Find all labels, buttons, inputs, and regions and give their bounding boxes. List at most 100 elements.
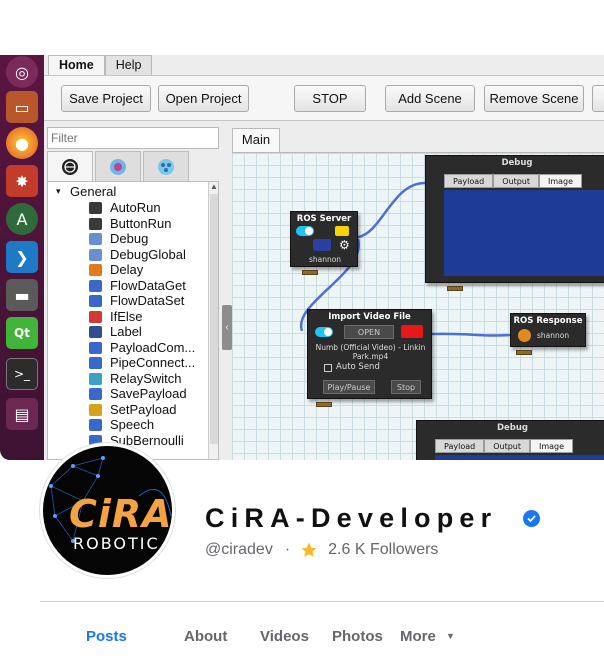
auto-send-label: Auto Send bbox=[336, 362, 380, 372]
gear-icon[interactable]: ⚙ bbox=[339, 238, 350, 252]
node-handle[interactable] bbox=[516, 350, 532, 355]
menu-tab-help[interactable]: Help bbox=[104, 55, 153, 75]
debug-tab-payload[interactable]: Payload bbox=[444, 174, 494, 188]
ros-server-node[interactable]: ROS Server ⚙ shannon bbox=[290, 211, 358, 267]
ros-response-icon bbox=[518, 329, 531, 342]
library-tab-general[interactable] bbox=[47, 151, 93, 181]
tree-item-label: Debug bbox=[110, 231, 149, 246]
scroll-up-icon[interactable]: ▲ bbox=[210, 182, 218, 191]
tree-item-label: FlowDataSet bbox=[110, 293, 185, 308]
ros-server-toggle[interactable] bbox=[296, 226, 314, 236]
ros-response-user: shannon bbox=[537, 331, 570, 340]
debug-icon bbox=[89, 233, 102, 245]
flow-canvas[interactable]: Debug Payload Output Image ROS Server ⚙ bbox=[232, 152, 604, 460]
handle-row: @ciradev · 2.6 K Followers bbox=[205, 541, 438, 559]
firefox-icon: ● bbox=[6, 127, 38, 159]
avatar-logo-text: CiRA bbox=[69, 492, 173, 536]
tree-item-label: Speech bbox=[110, 417, 155, 432]
tab-more[interactable]: More ▼ bbox=[400, 628, 455, 645]
button-icon bbox=[89, 217, 102, 230]
tab-photos[interactable]: Photos bbox=[332, 628, 383, 645]
debug-tab-image[interactable]: Image bbox=[539, 174, 583, 188]
avatar[interactable]: CiRA ROBOTIC bbox=[40, 443, 175, 578]
tree-item-label: PayloadCom... bbox=[110, 339, 196, 355]
debug-node-title: Debug bbox=[496, 423, 529, 433]
arrow-right-icon bbox=[89, 279, 102, 292]
menu-tabs: Home Help bbox=[48, 55, 153, 75]
ros-network-icon bbox=[313, 239, 331, 251]
ros-response-node[interactable]: ROS Response shannon bbox=[510, 313, 586, 347]
debug-node-title: Debug bbox=[501, 158, 533, 168]
tree-item-label: Label bbox=[110, 324, 142, 339]
debug-tab-output[interactable]: Output bbox=[484, 439, 530, 453]
ros-server-title: ROS Server bbox=[296, 214, 352, 224]
node-tree: ▾ General AutoRun ButtonRun Debug DebugGlob… bbox=[47, 181, 219, 460]
tree-scrollbar[interactable]: ▲ bbox=[208, 182, 218, 459]
verified-badge-icon bbox=[523, 510, 540, 527]
debug-tab-output[interactable]: Output bbox=[493, 174, 539, 188]
tab-about[interactable]: About bbox=[184, 628, 227, 645]
terminal-icon: >_ bbox=[6, 358, 38, 390]
set-payload-icon bbox=[89, 403, 102, 416]
caret-down-icon: ▼ bbox=[446, 631, 455, 641]
tree-item-label: ButtonRun bbox=[110, 215, 172, 231]
debug-image-screen bbox=[444, 190, 604, 276]
add-scene-button[interactable]: Add Scene bbox=[385, 85, 475, 112]
debug-node-top[interactable]: Debug Payload Output Image bbox=[425, 155, 604, 283]
node-handle[interactable] bbox=[316, 402, 332, 407]
debug-tab-payload[interactable]: Payload bbox=[435, 439, 485, 453]
page-tabs: Posts About Videos Photos More ▼ bbox=[40, 602, 604, 664]
ros-server-status-icon bbox=[335, 226, 349, 236]
debug-image-screen bbox=[435, 455, 604, 460]
ubuntu-logo-icon: ◎ bbox=[6, 56, 38, 88]
import-video-title: Import Video File bbox=[328, 312, 411, 322]
speech-icon bbox=[89, 419, 102, 431]
node-handle[interactable] bbox=[302, 270, 318, 275]
tree-group-label: General bbox=[70, 184, 117, 199]
network-icon bbox=[158, 158, 174, 175]
debug-tabs: Payload Output Image bbox=[444, 174, 583, 188]
open-file-button[interactable]: OPEN bbox=[344, 325, 394, 339]
library-tabs bbox=[47, 151, 219, 181]
open-project-button[interactable]: Open Project bbox=[158, 85, 249, 112]
tab-videos[interactable]: Videos bbox=[260, 628, 309, 645]
vision-icon bbox=[110, 158, 126, 175]
globe-icon bbox=[62, 158, 78, 175]
toolbar-overflow-button[interactable] bbox=[592, 85, 604, 112]
autorun-icon bbox=[89, 202, 102, 214]
play-pause-button[interactable]: Play/Pause bbox=[323, 380, 375, 394]
library-tab-vision[interactable] bbox=[95, 151, 141, 181]
expand-arrow-icon: ▾ bbox=[56, 186, 61, 196]
auto-send-checkbox[interactable] bbox=[324, 364, 332, 372]
tree-scrollbar-thumb[interactable] bbox=[210, 194, 218, 444]
page-root: ◎ ▭ ● ✸ A ❯ ▬ Qt >_ ▤ Home Help Save Pro… bbox=[0, 0, 604, 664]
import-video-toggle[interactable] bbox=[315, 327, 333, 337]
window-manager-icon: ▬ bbox=[6, 279, 38, 311]
tab-posts[interactable]: Posts bbox=[86, 628, 127, 645]
tab-main[interactable]: Main bbox=[232, 128, 280, 152]
filter-input[interactable] bbox=[47, 127, 219, 149]
vscode-icon: ❯ bbox=[6, 241, 38, 273]
remove-scene-button[interactable]: Remove Scene bbox=[484, 85, 584, 112]
qt-creator-icon: Qt bbox=[6, 317, 38, 349]
save-project-button[interactable]: Save Project bbox=[61, 85, 151, 112]
followers-count[interactable]: 2.6 K Followers bbox=[328, 541, 438, 559]
tree-item-label: AutoRun bbox=[110, 200, 161, 215]
pipe-icon bbox=[89, 357, 102, 369]
panel-splitter[interactable]: ‹ bbox=[222, 305, 232, 350]
stop-button[interactable]: STOP bbox=[294, 85, 366, 112]
import-video-node[interactable]: Import Video File OPEN Numb (Official Vi… bbox=[307, 309, 432, 399]
stop-video-button[interactable]: Stop bbox=[391, 380, 421, 394]
settings-icon: ✸ bbox=[6, 165, 38, 197]
node-handle[interactable] bbox=[447, 286, 463, 291]
ros-server-user: shannon bbox=[308, 255, 342, 264]
relay-icon bbox=[89, 372, 102, 385]
cover-photo[interactable]: ◎ ▭ ● ✸ A ❯ ▬ Qt >_ ▤ Home Help Save Pro… bbox=[0, 55, 604, 460]
page-title: CiRA-Developer bbox=[205, 503, 498, 533]
debug-global-icon bbox=[89, 248, 102, 261]
debug-node-bottom[interactable]: Debug Payload Output Image bbox=[416, 420, 604, 460]
debug-tab-image[interactable]: Image bbox=[530, 439, 574, 453]
video-filename: Numb (Official Video) - Linkin Park.mp4 bbox=[315, 343, 426, 361]
library-tab-network[interactable] bbox=[143, 151, 189, 181]
menu-tab-home[interactable]: Home bbox=[48, 55, 105, 75]
